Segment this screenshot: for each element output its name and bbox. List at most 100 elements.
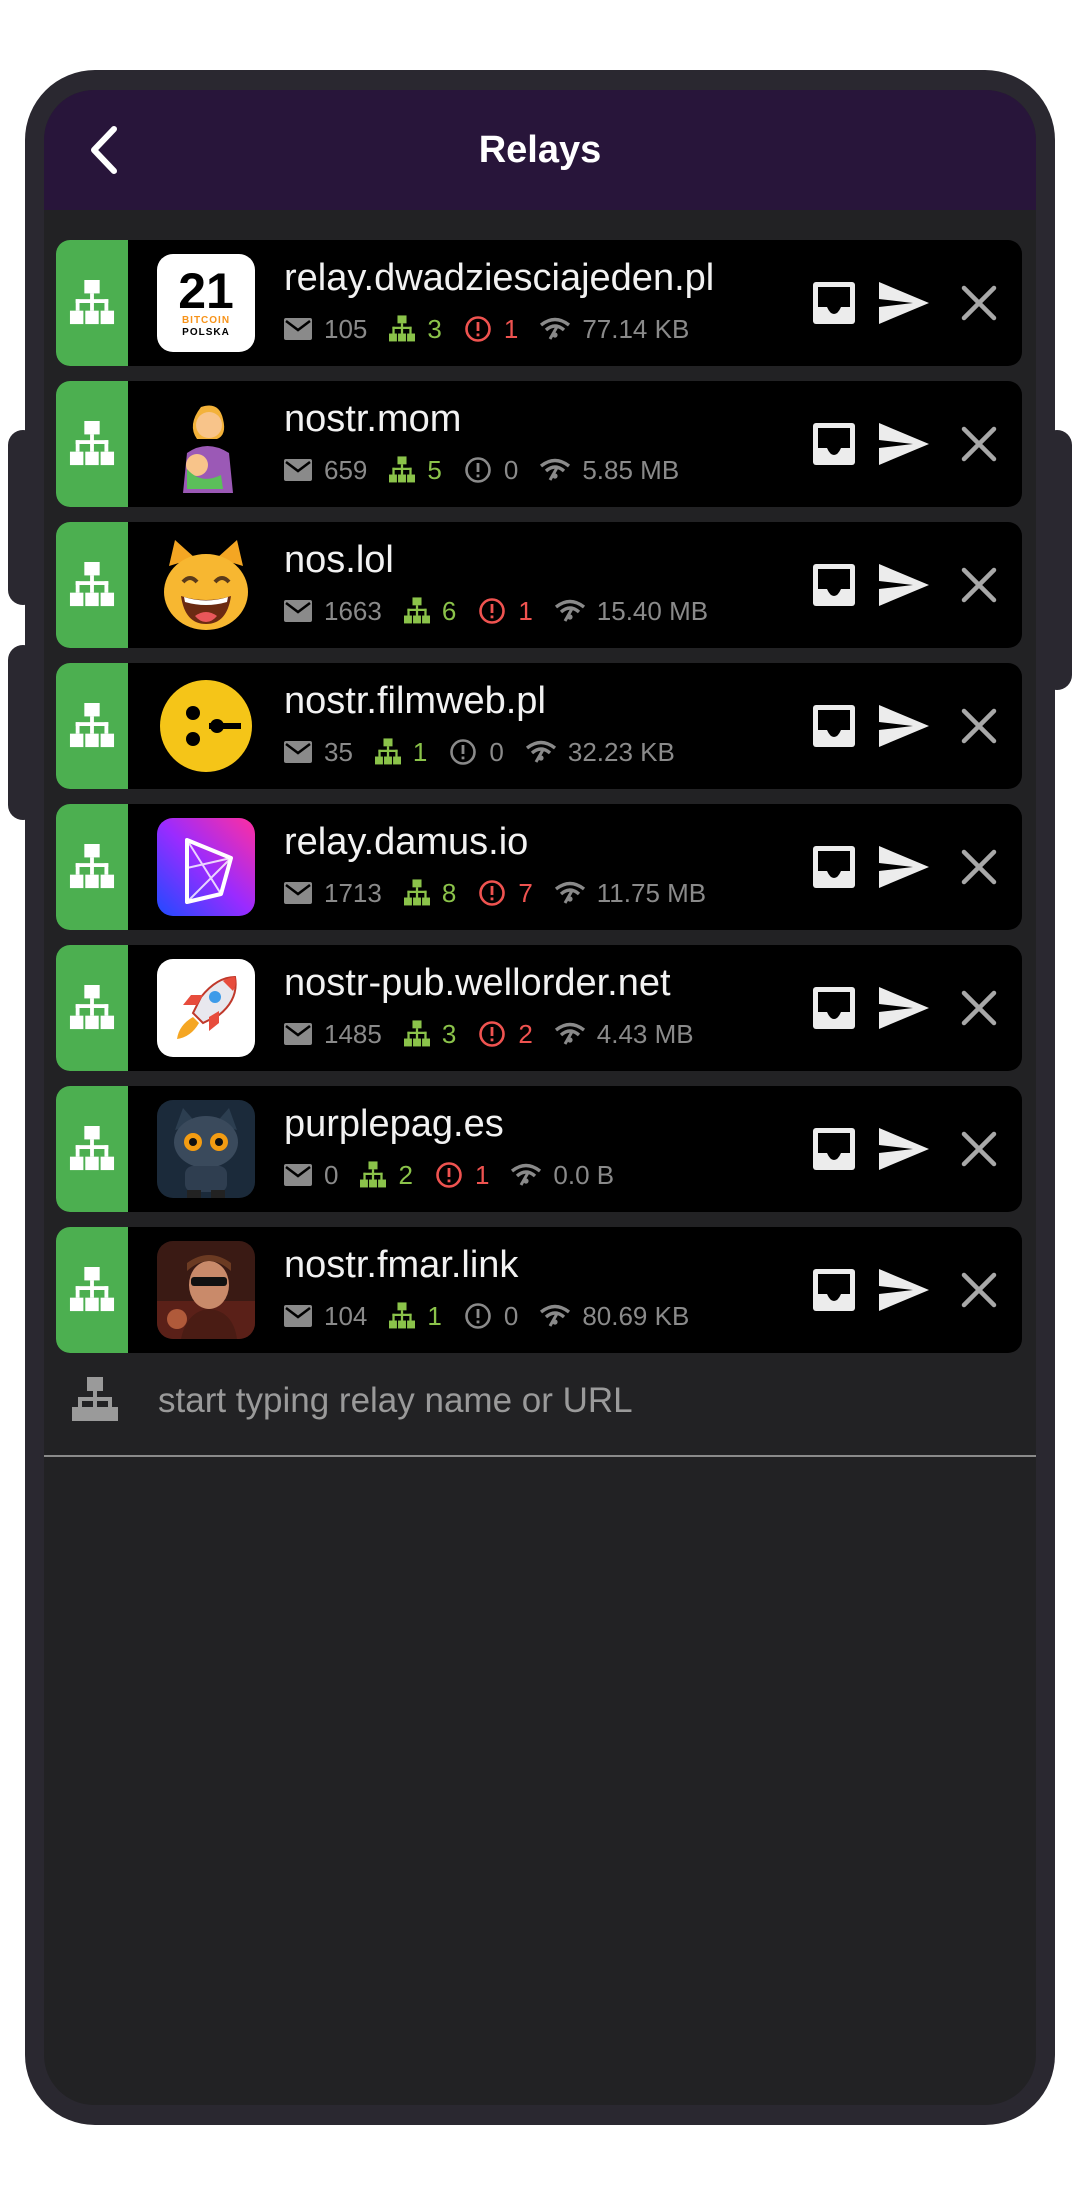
relay-avatar [157,818,255,916]
relay-status-strip[interactable] [56,240,128,366]
relay-message-count: 1485 [324,1018,382,1049]
write-toggle-button[interactable] [874,1119,934,1179]
write-toggle-button[interactable] [874,273,934,333]
relay-network-icon [69,1126,115,1172]
mail-icon [284,1305,312,1327]
remove-relay-button[interactable] [949,414,1009,474]
relay-row[interactable]: nostr.filmweb.pl 35 1 0 32.23 KB [56,663,1022,789]
relay-status-strip[interactable] [56,1086,128,1212]
mail-icon [284,600,312,622]
close-icon [960,848,998,886]
write-toggle-button[interactable] [874,696,934,756]
send-icon [877,985,931,1031]
relay-network-icon [69,280,115,326]
send-icon [877,703,931,749]
relay-traffic: 32.23 KB [567,736,675,767]
relay-stats: 1713 8 7 11.75 MB [284,876,728,910]
read-toggle-button[interactable] [804,837,864,897]
error-icon [435,1161,463,1189]
relay-message-count: 105 [324,313,368,344]
close-icon [960,989,998,1027]
read-toggle-button[interactable] [804,696,864,756]
traffic-icon [540,317,571,341]
remove-relay-button[interactable] [949,273,1009,333]
relay-traffic: 0.0 B [553,1159,615,1190]
relay-row[interactable]: 21 BITCOIN POLSKA relay.dwadziesciajeden.pl… [56,240,1022,366]
relay-avatar [157,536,255,634]
send-icon [877,280,931,326]
send-icon [877,1267,931,1313]
relay-avatar [157,1241,255,1339]
connections-icon [403,1020,430,1048]
remove-relay-button[interactable] [949,1119,1009,1179]
relay-network-icon [69,562,115,608]
relay-status-strip[interactable] [56,945,128,1071]
remove-relay-button[interactable] [949,837,1009,897]
relay-status-strip[interactable] [56,522,128,648]
relay-list: 21 BITCOIN POLSKA relay.dwadziesciajeden.pl… [56,240,1022,1368]
relay-row[interactable]: purplepag.es 0 2 1 0.0 B [56,1086,1022,1212]
read-toggle-button[interactable] [804,1119,864,1179]
send-icon [877,562,931,608]
relay-status-strip[interactable] [56,663,128,789]
write-toggle-button[interactable] [874,837,934,897]
write-toggle-button[interactable] [874,1260,934,1320]
error-icon [449,738,477,766]
error-icon [464,315,492,343]
read-toggle-button[interactable] [804,978,864,1038]
read-toggle-button[interactable] [804,555,864,615]
relay-stats: 0 2 1 0.0 B [284,1158,636,1192]
remove-relay-button[interactable] [949,555,1009,615]
relay-stats: 1663 6 1 15.40 MB [284,594,730,628]
error-icon [464,456,492,484]
close-icon [960,425,998,463]
relay-avatar [157,395,255,493]
relay-error-count: 0 [503,1300,519,1331]
send-icon [877,421,931,467]
connections-icon [374,738,401,766]
write-toggle-button[interactable] [874,555,934,615]
relay-traffic: 11.75 MB [596,877,707,908]
remove-relay-button[interactable] [949,1260,1009,1320]
error-icon [478,1020,506,1048]
relay-traffic: 77.14 KB [582,313,690,344]
traffic-icon [554,1022,585,1046]
relay-network-icon [69,1267,115,1313]
relay-stats: 104 1 0 80.69 KB [284,1299,711,1333]
relay-status-strip[interactable] [56,381,128,507]
remove-relay-button[interactable] [949,978,1009,1038]
inbox-icon [811,844,857,890]
relay-row[interactable]: nos.lol 1663 6 1 15.40 MB [56,522,1022,648]
relay-connection-count: 1 [427,1300,442,1331]
relay-name: nostr.fmar.link [284,1244,519,1286]
relay-traffic: 15.40 MB [596,595,709,626]
inbox-icon [811,703,857,749]
relay-row[interactable]: relay.damus.io 1713 8 7 11.75 MB [56,804,1022,930]
relay-row[interactable]: nostr-pub.wellorder.net 1485 3 2 4.43 MB [56,945,1022,1071]
error-icon [478,597,506,625]
relay-message-count: 1713 [324,877,382,908]
read-toggle-button[interactable] [804,1260,864,1320]
add-relay-input[interactable]: start typing relay name or URL [44,1345,1036,1457]
connections-icon [389,315,416,343]
write-toggle-button[interactable] [874,414,934,474]
write-toggle-button[interactable] [874,978,934,1038]
relay-row[interactable]: nostr.fmar.link 104 1 0 80.69 KB [56,1227,1022,1353]
relay-row[interactable]: nostr.mom 659 5 0 5.85 MB [56,381,1022,507]
relay-message-count: 0 [324,1159,339,1190]
relay-name: relay.dwadziesciajeden.pl [284,257,715,299]
relay-avatar [157,959,255,1057]
inbox-icon [811,1126,857,1172]
relay-status-strip[interactable] [56,1227,128,1353]
traffic-icon [554,881,585,905]
app-bar: Relays [44,90,1036,210]
remove-relay-button[interactable] [949,696,1009,756]
relay-message-count: 1663 [324,595,382,626]
relay-status-strip[interactable] [56,804,128,930]
read-toggle-button[interactable] [804,273,864,333]
add-relay-placeholder: start typing relay name or URL [158,1381,633,1420]
connections-icon [389,456,416,484]
mail-icon [284,1023,312,1045]
read-toggle-button[interactable] [804,414,864,474]
relay-network-icon [69,421,115,467]
